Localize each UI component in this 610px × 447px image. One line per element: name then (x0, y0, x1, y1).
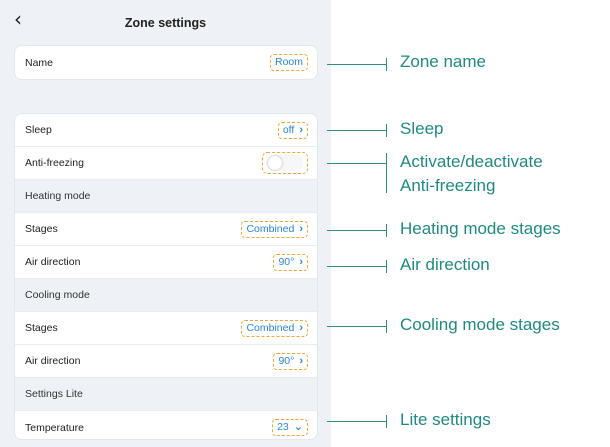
phone-panel: ‹ Zone settings Name Room Sleep off › An… (0, 0, 331, 447)
chevron-right-icon: › (299, 321, 303, 334)
callout-tick-lite-settings (386, 415, 387, 428)
chevron-right-icon: › (299, 123, 303, 136)
sleep-row[interactable]: Sleep off › (15, 114, 317, 147)
cooling-air-direction-label: Air direction (25, 355, 81, 367)
anti-freezing-row: Anti-freezing (15, 147, 317, 180)
heating-stages-label: Stages (25, 223, 58, 235)
name-value[interactable]: Room (269, 54, 308, 71)
sleep-value[interactable]: off › (277, 121, 308, 139)
callout-line-air-direction (327, 266, 386, 267)
cooling-stages-value[interactable]: Combined › (241, 319, 308, 337)
settings-lite-section: Settings Lite (15, 378, 317, 411)
callout-line-sleep (327, 130, 386, 131)
heating-air-direction-label: Air direction (25, 256, 81, 268)
heating-air-direction-row[interactable]: Air direction 90° › (15, 246, 317, 279)
heating-mode-section: Heating mode (15, 180, 317, 213)
settings-card: Sleep off › Anti-freezing Heating mode S… (15, 114, 317, 439)
cooling-stages-label: Stages (25, 322, 58, 334)
name-card: Name Room (15, 46, 317, 79)
cooling-mode-heading: Cooling mode (25, 289, 90, 301)
callout-tick-anti-freezing (386, 153, 387, 193)
name-row[interactable]: Name Room (15, 46, 317, 79)
callout-line-anti-freezing (327, 163, 386, 164)
callout-tick-cooling-stages (386, 320, 387, 333)
cooling-stages-row[interactable]: Stages Combined › (15, 312, 317, 345)
chevron-right-icon: › (299, 255, 303, 268)
callout-sleep: Sleep (400, 119, 444, 138)
cooling-air-direction-row[interactable]: Air direction 90° › (15, 345, 317, 378)
header: ‹ Zone settings (0, 0, 331, 46)
callout-lite-settings: Lite settings (400, 410, 491, 429)
callout-line-zone-name (327, 64, 386, 65)
callout-anti-freezing-line1: Activate/deactivate (400, 152, 543, 171)
callout-line-lite-settings (327, 421, 386, 422)
sleep-label: Sleep (25, 124, 52, 136)
callout-tick-air-direction (386, 260, 387, 273)
settings-lite-heading: Settings Lite (25, 388, 83, 400)
callout-cooling-stages: Cooling mode stages (400, 315, 560, 334)
name-value-text: Room (274, 56, 303, 69)
anti-freezing-label: Anti-freezing (25, 157, 84, 169)
heating-air-direction-value-text: 90° (278, 255, 295, 268)
heating-mode-heading: Heating mode (25, 190, 91, 202)
chevron-right-icon: › (299, 354, 303, 367)
temperature-value[interactable]: 23 ⌄ (272, 419, 308, 436)
back-icon[interactable]: ‹ (14, 9, 22, 29)
callout-tick-zone-name (386, 58, 387, 71)
toggle-knob (268, 156, 282, 170)
name-label: Name (25, 56, 54, 69)
cooling-stages-value-text: Combined (246, 321, 295, 334)
chevron-down-icon: ⌄ (293, 421, 303, 433)
callout-line-cooling-stages (327, 326, 386, 327)
heating-stages-row[interactable]: Stages Combined › (15, 213, 317, 246)
heating-air-direction-value[interactable]: 90° › (273, 253, 308, 271)
cooling-mode-section: Cooling mode (15, 279, 317, 312)
sleep-value-text: off (282, 123, 295, 136)
callout-line-heating-stages (327, 230, 386, 231)
anti-freezing-toggle-wrap (262, 152, 308, 174)
cooling-air-direction-value[interactable]: 90° › (273, 352, 308, 370)
anti-freezing-toggle[interactable] (267, 155, 303, 171)
callout-zone-name: Zone name (400, 52, 486, 71)
temperature-label: Temperature (25, 421, 84, 434)
page-title: Zone settings (124, 16, 207, 30)
temperature-row[interactable]: Temperature 23 ⌄ (15, 411, 317, 439)
callout-air-direction: Air direction (400, 255, 490, 274)
heating-stages-value[interactable]: Combined › (241, 220, 308, 238)
temperature-value-text: 23 (277, 421, 289, 434)
callout-anti-freezing-line2: Anti-freezing (400, 176, 496, 195)
callout-tick-heating-stages (386, 224, 387, 237)
cooling-air-direction-value-text: 90° (278, 354, 295, 367)
callout-tick-sleep (386, 124, 387, 137)
heating-stages-value-text: Combined (246, 222, 295, 235)
callout-heating-stages: Heating mode stages (400, 219, 561, 238)
chevron-right-icon: › (299, 222, 303, 235)
